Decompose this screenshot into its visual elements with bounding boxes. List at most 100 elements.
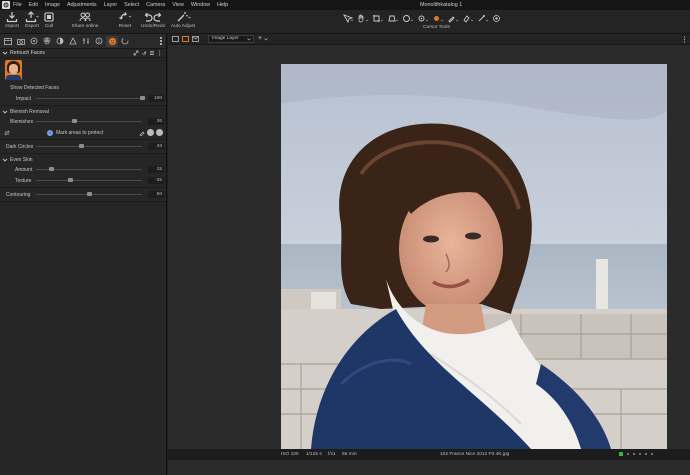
brush-tool-icon[interactable] [445, 13, 460, 24]
even-skin-header[interactable]: Even Skin [0, 155, 166, 164]
single-view-icon[interactable] [171, 35, 179, 43]
import-button[interactable]: Import [4, 11, 20, 30]
retouch-faces-header[interactable]: Retouch Faces [0, 49, 166, 58]
erase-mask-button[interactable] [156, 129, 163, 136]
blemishes-slider-knob[interactable] [71, 119, 77, 123]
info-icon: i [47, 129, 53, 136]
undo-icon[interactable] [143, 11, 153, 23]
lens-tab-icon[interactable] [28, 36, 40, 47]
image-pager[interactable] [619, 452, 657, 456]
menu-window[interactable]: Window [191, 0, 210, 10]
blemish-removal-header[interactable]: Blemish Removal [0, 107, 166, 116]
menu-view[interactable]: View [172, 0, 184, 10]
image-viewer: Image Layer + ISO 100 1/125 s f/11 55 mm… [168, 34, 690, 475]
focal-length-text: 55 mm [342, 452, 357, 457]
impact-slider-row: Impact 100 [0, 93, 166, 104]
menu-select[interactable]: Select [124, 0, 139, 10]
rotate-tool-icon[interactable] [400, 13, 415, 24]
menu-adjustments[interactable]: Adjustments [67, 0, 97, 10]
eraser-tool-icon[interactable] [460, 13, 475, 24]
reset-button[interactable]: Reset [117, 11, 133, 30]
impact-slider-track[interactable] [36, 98, 142, 99]
menu-image[interactable]: Image [45, 0, 60, 10]
even-skin-label: Even Skin [10, 156, 33, 163]
texture-value[interactable]: -35 [148, 177, 164, 184]
show-detected-faces-row[interactable]: Show Detected Faces [0, 82, 166, 93]
dark-circles-label: Dark Circles [6, 143, 34, 150]
pager-dot[interactable] [627, 453, 629, 455]
export-button[interactable]: Export [23, 11, 41, 30]
impact-value[interactable]: 100 [148, 95, 164, 102]
cull-icon [44, 12, 54, 22]
redo-icon[interactable] [153, 11, 163, 23]
reset-tool-icon[interactable] [140, 50, 147, 57]
add-layer-button[interactable]: + [258, 35, 262, 43]
download-icon [6, 12, 18, 23]
metadata-tab-icon[interactable] [93, 36, 105, 47]
texture-slider-track[interactable] [36, 180, 142, 181]
menu-edit[interactable]: Edit [29, 0, 38, 10]
pager-dot[interactable] [651, 453, 653, 455]
proof-icon[interactable] [191, 35, 199, 43]
exposure-tab-icon[interactable] [54, 36, 66, 47]
pan-tool-icon[interactable] [355, 13, 370, 24]
amount-value[interactable]: 15 [148, 166, 164, 173]
cursor-tools-label: Cursor Tools [423, 25, 450, 30]
crop-tool-icon[interactable] [370, 13, 385, 24]
details-tab-icon[interactable] [67, 36, 79, 47]
pager-dot[interactable] [639, 453, 641, 455]
dark-circles-slider-track[interactable] [36, 146, 142, 147]
impact-slider-knob[interactable] [139, 96, 145, 100]
dark-circles-value[interactable]: 43 [148, 143, 164, 150]
viewer-menu-icon[interactable] [683, 35, 686, 43]
presets-icon[interactable] [148, 50, 155, 57]
color-tab-icon[interactable] [41, 36, 53, 47]
adjustments-tab-icon[interactable] [80, 36, 92, 47]
pager-dot[interactable] [645, 453, 647, 455]
chevron-down-icon [2, 51, 8, 55]
swap-icon[interactable] [4, 130, 10, 136]
menu-help[interactable]: Help [217, 0, 228, 10]
cull-button[interactable]: Cull [42, 11, 56, 30]
gradient-tool-icon[interactable] [475, 13, 490, 24]
menu-layer[interactable]: Layer [104, 0, 118, 10]
capture-tab-icon[interactable] [15, 36, 27, 47]
add-mask-button[interactable] [147, 129, 154, 136]
retouch-faces-tab-icon[interactable] [106, 35, 118, 47]
auto-adjust-button[interactable]: Auto Adjust [170, 11, 196, 30]
portrait-photo[interactable] [281, 64, 667, 449]
color-picker-tool-icon[interactable] [430, 13, 445, 24]
contouring-value[interactable]: 50 [148, 191, 164, 198]
pager-dot[interactable] [633, 453, 635, 455]
app-window: File Edit Image Adjustments Layer Select… [0, 0, 690, 475]
cull-label: Cull [44, 24, 54, 29]
pointer-tool-icon[interactable] [340, 13, 355, 24]
layer-select[interactable]: Image Layer [208, 35, 254, 43]
blemishes-value[interactable]: 36 [148, 118, 164, 125]
tool-tabs-menu-icon[interactable] [159, 37, 163, 46]
amount-slider-knob[interactable] [49, 167, 55, 171]
spot-tool-icon[interactable] [415, 13, 430, 24]
expand-icon[interactable] [132, 50, 139, 57]
share-online-button[interactable]: Share online [70, 11, 100, 30]
brush-icon[interactable] [139, 130, 145, 136]
chevron-down-icon[interactable] [264, 37, 268, 41]
tool-menu-icon[interactable] [156, 50, 163, 57]
pager-dot-selected[interactable] [619, 452, 623, 456]
document-title: Monolithkatalog 1 [420, 2, 463, 8]
annotate-tool-icon[interactable] [490, 13, 505, 24]
selected-view-icon[interactable] [181, 35, 189, 43]
contouring-slider-knob[interactable] [86, 192, 92, 196]
blemishes-slider-track[interactable] [36, 121, 142, 122]
loading-tab-icon[interactable] [119, 36, 131, 47]
menu-camera[interactable]: Camera [146, 0, 165, 10]
keystone-tool-icon[interactable] [385, 13, 400, 24]
undo-redo-button[interactable]: Undo/Redo [141, 11, 165, 30]
tool-panel: Retouch Faces Show Detected Faces Impact… [0, 34, 167, 475]
library-tab-icon[interactable] [2, 36, 14, 47]
dark-circles-slider-knob[interactable] [79, 144, 85, 148]
menu-file[interactable]: File [13, 0, 22, 10]
texture-slider-knob[interactable] [67, 178, 73, 182]
face-thumbnail[interactable] [5, 60, 22, 80]
auto-adjust-label: Auto Adjust [170, 24, 196, 29]
